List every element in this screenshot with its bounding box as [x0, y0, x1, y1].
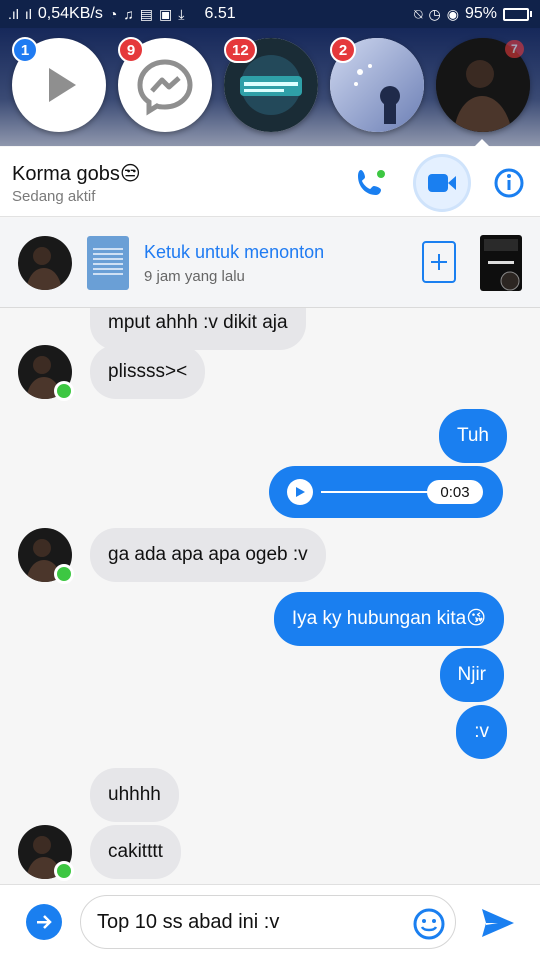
message-list[interactable]: mput ahhh :v dikit aja plissss>< Tuh 0:0…	[0, 308, 540, 884]
message-bubble-incoming[interactable]: uhhhh	[90, 768, 179, 822]
story-bar[interactable]: Ketuk untuk menonton 9 jam yang lalu	[0, 218, 540, 308]
battery-percent: 95%	[464, 5, 497, 22]
message-bubble-incoming[interactable]: plissss><	[90, 345, 206, 399]
story-time: 9 jam yang lalu	[144, 268, 245, 285]
message-bubble-outgoing[interactable]: Njir	[439, 648, 504, 702]
chat-head-4-badge: 2	[330, 37, 356, 63]
send-icon	[482, 909, 514, 937]
music-icon: ♫	[123, 6, 134, 22]
notification-icon: ▣	[159, 5, 173, 22]
story-title[interactable]: Ketuk untuk menonton	[144, 242, 324, 263]
expand-arrow-icon	[37, 915, 52, 929]
message-bubble-incoming[interactable]: ga ada apa apa ogeb :v	[90, 528, 326, 582]
contact-name[interactable]: Korma gobs😒	[12, 161, 141, 186]
emoji-button[interactable]	[412, 907, 446, 941]
message-input-text: Top 10 ss abad ini :v	[97, 910, 280, 933]
add-to-story-button[interactable]	[422, 241, 456, 283]
clock: 6.51	[204, 5, 236, 22]
message-notification-icon: ▤	[139, 5, 154, 22]
chat-head-2-badge: 9	[118, 37, 144, 63]
status-bar: .ıl ıl 0,54KB/s ◔ ♫ ▤ ▣ ⤓ 6.51 ⍉ ◷ ◉ 95%	[0, 0, 540, 28]
battery-icon	[503, 7, 532, 21]
info-button[interactable]	[492, 166, 526, 200]
chat-header: Korma gobs😒 Sedang aktif	[0, 147, 540, 217]
message-bubble-outgoing[interactable]: :v	[456, 705, 507, 759]
phone-icon	[358, 170, 385, 195]
video-call-button[interactable]	[416, 157, 468, 209]
message-bubble-outgoing[interactable]: Tuh	[438, 409, 507, 463]
contact-avatar	[18, 825, 74, 881]
story-thumbnail-icon	[87, 236, 129, 295]
online-indicator	[54, 861, 74, 881]
message-bubble-outgoing[interactable]: Iya ky hubungan kita😘	[273, 592, 504, 646]
message-composer: Top 10 ss abad ini :v	[0, 884, 540, 960]
video-camera-icon	[428, 174, 456, 192]
signal-2-icon: ıl	[24, 6, 32, 22]
alarm-icon: ◷	[428, 5, 441, 22]
signal-icon: .ıl	[8, 6, 19, 22]
voice-play-button[interactable]	[287, 479, 313, 505]
send-button[interactable]	[478, 903, 518, 943]
chat-head-1-badge: 1	[12, 37, 38, 63]
voice-duration: 0:03	[427, 480, 483, 504]
messenger-notification-icon: ◔	[108, 6, 118, 22]
message-bubble-incoming[interactable]: mput ahhh :v dikit aja	[90, 308, 306, 350]
expand-actions-button[interactable]	[26, 904, 62, 940]
story-preview-thumbnail[interactable]	[480, 235, 522, 291]
eye-icon: ◉	[446, 5, 459, 22]
contact-avatar	[18, 528, 74, 584]
network-speed: 0,54KB/s	[37, 5, 103, 22]
message-input[interactable]: Top 10 ss abad ini :v	[80, 895, 456, 949]
mute-icon: ⍉	[414, 5, 423, 22]
play-icon	[296, 487, 305, 497]
download-icon: ⤓	[178, 5, 185, 22]
chat-head-3-badge: 12	[224, 37, 257, 63]
voice-call-button[interactable]	[350, 163, 390, 203]
voice-message[interactable]: 0:03	[269, 466, 503, 518]
info-icon	[494, 168, 524, 198]
chat-head-5-badge: 7	[505, 40, 524, 58]
story-avatar	[18, 236, 72, 290]
online-indicator	[54, 564, 74, 584]
contact-status: Sedang aktif	[12, 188, 96, 205]
message-bubble-incoming[interactable]: cakitttt	[90, 825, 181, 879]
add-icon	[431, 254, 447, 270]
contact-avatar	[18, 345, 74, 401]
online-indicator	[54, 381, 74, 401]
emoji-icon	[413, 908, 445, 940]
